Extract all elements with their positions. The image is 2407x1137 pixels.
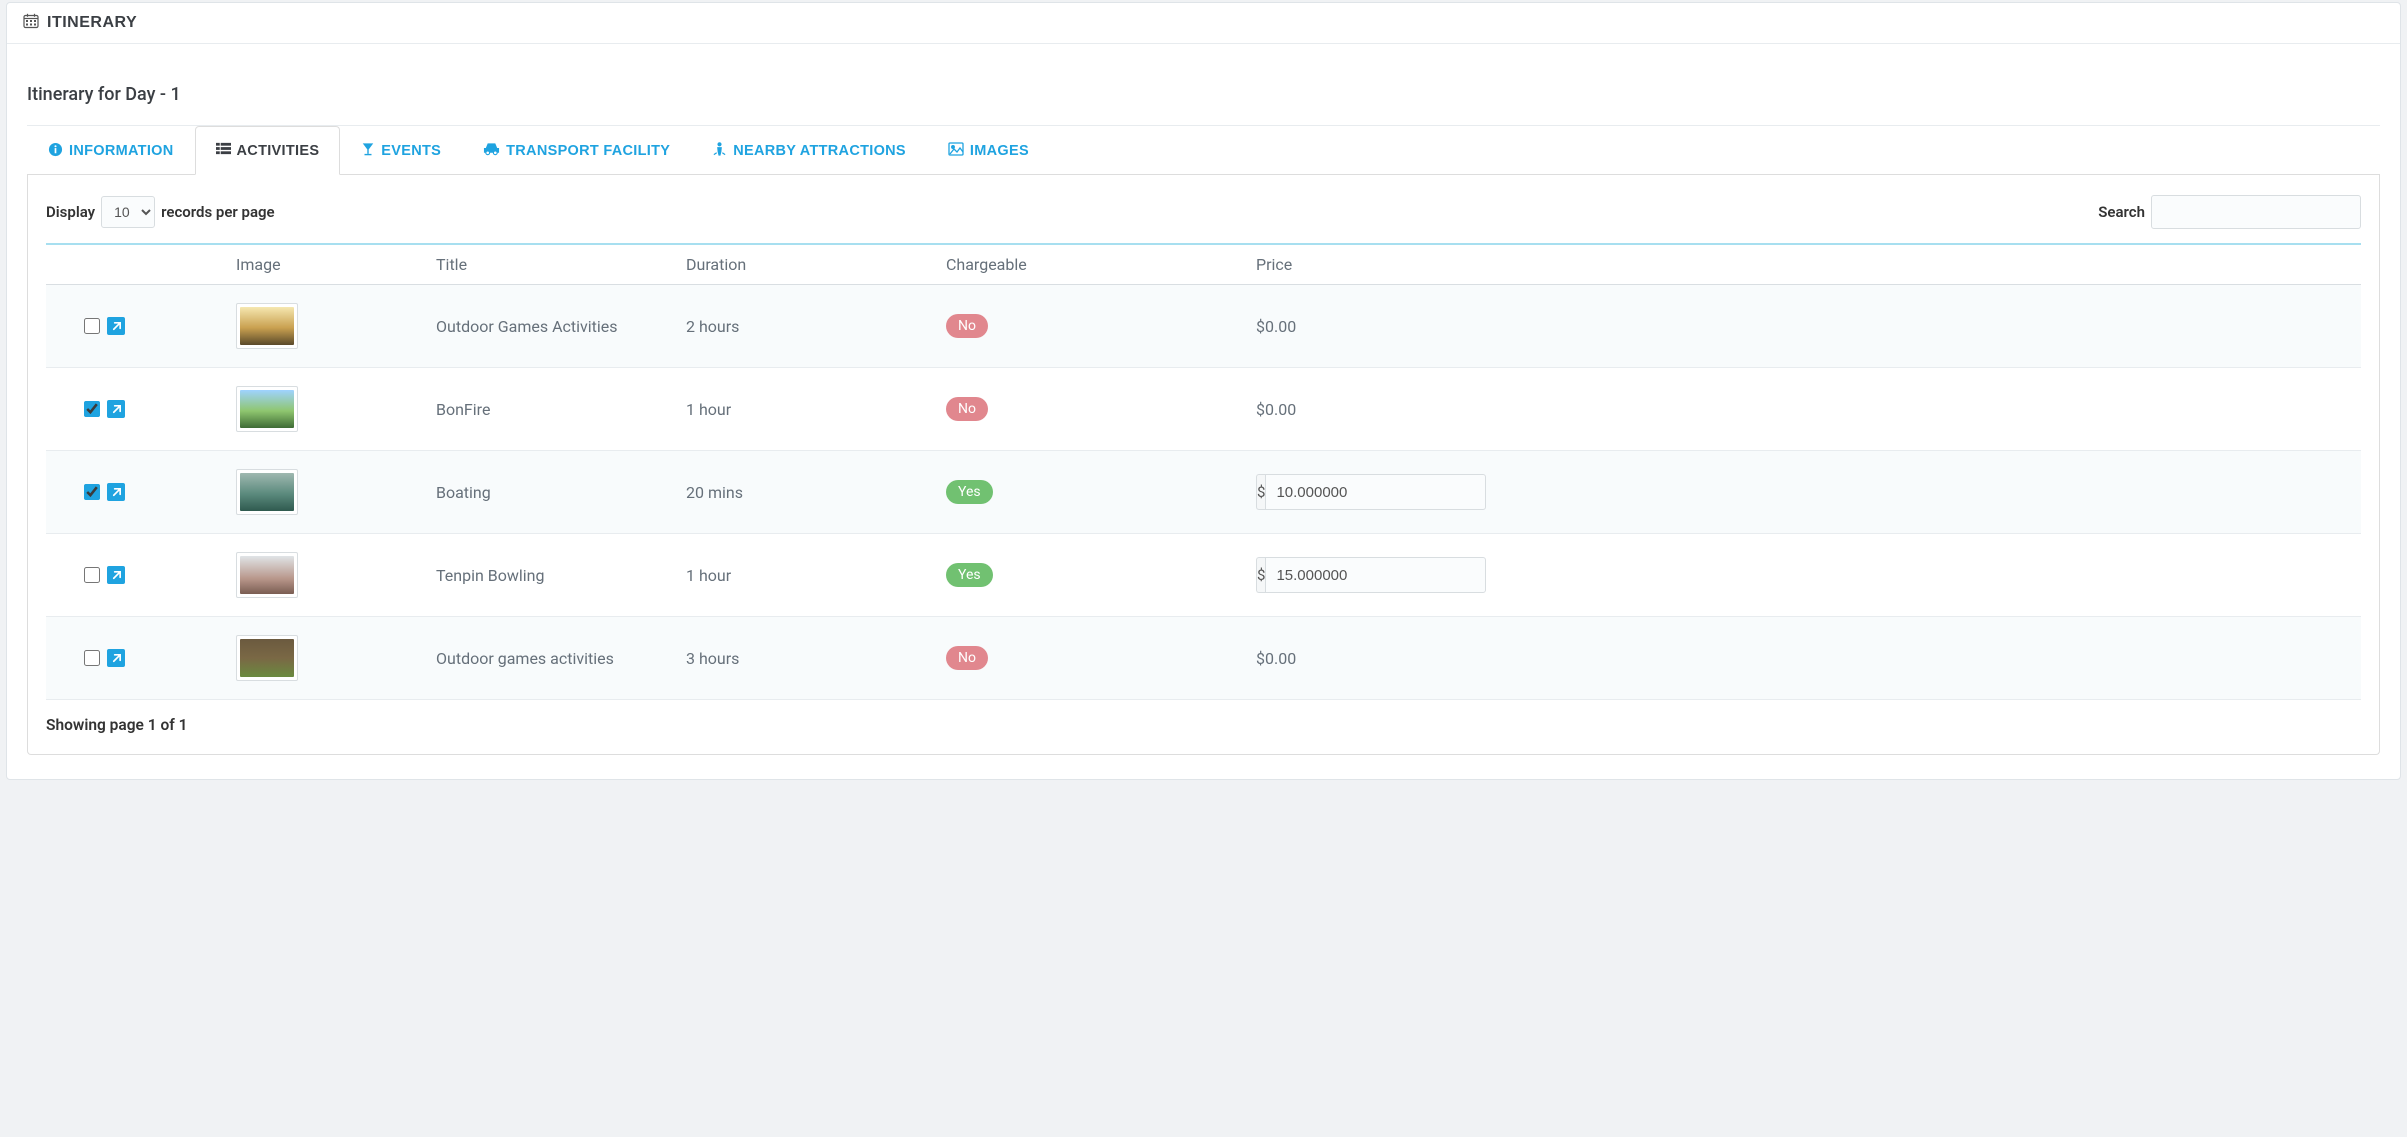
tab-information[interactable]: INFORMATION bbox=[27, 126, 195, 175]
price-input[interactable] bbox=[1265, 474, 1486, 510]
tab-label: NEARBY ATTRACTIONS bbox=[733, 143, 906, 159]
display-label-post: records per page bbox=[161, 203, 275, 221]
row-title: Outdoor games activities bbox=[436, 617, 686, 700]
row-duration: 20 mins bbox=[686, 451, 946, 534]
price-input[interactable] bbox=[1265, 557, 1486, 593]
col-title: Title bbox=[436, 244, 686, 285]
currency-addon: $ bbox=[1256, 557, 1265, 593]
display-label-pre: Display bbox=[46, 203, 95, 221]
row-duration: 1 hour bbox=[686, 534, 946, 617]
currency-addon: $ bbox=[1256, 474, 1265, 510]
chargeable-badge: No bbox=[946, 646, 988, 670]
table-row: Tenpin Bowling1 hourYes $ bbox=[46, 534, 2361, 617]
table-row: Outdoor Games Activities2 hoursNo $0.00 bbox=[46, 285, 2361, 368]
row-title: Boating bbox=[436, 451, 686, 534]
page-subtitle: Itinerary for Day - 1 bbox=[27, 76, 2380, 126]
search-label: Search bbox=[2098, 203, 2145, 221]
row-checkbox[interactable] bbox=[84, 401, 100, 417]
tabs: INFORMATION ACTIVITIES EVENTS TRANSPORT … bbox=[27, 126, 2380, 175]
search-input[interactable] bbox=[2151, 195, 2361, 229]
row-checkbox[interactable] bbox=[84, 484, 100, 500]
external-link-icon[interactable] bbox=[107, 317, 125, 335]
panel-title: ITINERARY bbox=[47, 14, 137, 32]
row-title: BonFire bbox=[436, 368, 686, 451]
tab-label: IMAGES bbox=[970, 143, 1029, 159]
chargeable-badge: No bbox=[946, 314, 988, 338]
col-price: Price bbox=[1256, 244, 2361, 285]
tab-nearby-attractions[interactable]: NEARBY ATTRACTIONS bbox=[691, 126, 927, 175]
row-price: $0.00 bbox=[1256, 368, 2361, 451]
chargeable-badge: No bbox=[946, 397, 988, 421]
row-checkbox[interactable] bbox=[84, 318, 100, 334]
records-per-page-select[interactable]: 10 bbox=[101, 196, 155, 228]
chargeable-badge: Yes bbox=[946, 480, 993, 504]
info-icon bbox=[48, 142, 63, 161]
tab-images[interactable]: IMAGES bbox=[927, 126, 1050, 175]
tab-events[interactable]: EVENTS bbox=[340, 126, 462, 175]
row-checkbox[interactable] bbox=[84, 567, 100, 583]
external-link-icon[interactable] bbox=[107, 400, 125, 418]
table-row: Boating20 minsYes $ bbox=[46, 451, 2361, 534]
tab-transport-facility[interactable]: TRANSPORT FACILITY bbox=[462, 126, 691, 175]
panel-header: ITINERARY bbox=[7, 3, 2400, 44]
external-link-icon[interactable] bbox=[107, 483, 125, 501]
row-title: Tenpin Bowling bbox=[436, 534, 686, 617]
itinerary-panel: ITINERARY Itinerary for Day - 1 INFORMAT… bbox=[6, 2, 2401, 780]
col-chargeable: Chargeable bbox=[946, 244, 1256, 285]
tab-activities[interactable]: ACTIVITIES bbox=[195, 126, 341, 175]
row-price: $ bbox=[1256, 534, 2361, 617]
row-thumbnail[interactable] bbox=[236, 552, 298, 598]
row-duration: 3 hours bbox=[686, 617, 946, 700]
row-price: $0.00 bbox=[1256, 285, 2361, 368]
car-icon bbox=[483, 142, 500, 160]
table-info: Showing page 1 of 1 bbox=[46, 716, 2361, 734]
tab-label: ACTIVITIES bbox=[237, 143, 320, 159]
calendar-icon bbox=[23, 13, 39, 33]
row-duration: 2 hours bbox=[686, 285, 946, 368]
row-thumbnail[interactable] bbox=[236, 635, 298, 681]
chargeable-badge: Yes bbox=[946, 563, 993, 587]
tab-label: INFORMATION bbox=[69, 143, 174, 159]
tab-label: EVENTS bbox=[381, 143, 441, 159]
external-link-icon[interactable] bbox=[107, 649, 125, 667]
table-row: BonFire1 hourNo $0.00 bbox=[46, 368, 2361, 451]
row-thumbnail[interactable] bbox=[236, 386, 298, 432]
row-checkbox[interactable] bbox=[84, 650, 100, 666]
row-thumbnail[interactable] bbox=[236, 303, 298, 349]
row-price: $ bbox=[1256, 451, 2361, 534]
table-row: Outdoor games activities3 hoursNo $0.00 bbox=[46, 617, 2361, 700]
row-title: Outdoor Games Activities bbox=[436, 285, 686, 368]
col-duration: Duration bbox=[686, 244, 946, 285]
col-select bbox=[46, 244, 236, 285]
tab-label: TRANSPORT FACILITY bbox=[506, 143, 670, 159]
col-image: Image bbox=[236, 244, 436, 285]
row-price: $0.00 bbox=[1256, 617, 2361, 700]
list-icon bbox=[216, 141, 231, 160]
row-duration: 1 hour bbox=[686, 368, 946, 451]
tab-content-activities: Display 10 records per page Search Image bbox=[27, 175, 2380, 755]
activities-table: Image Title Duration Chargeable Price Ou… bbox=[46, 243, 2361, 700]
row-thumbnail[interactable] bbox=[236, 469, 298, 515]
external-link-icon[interactable] bbox=[107, 566, 125, 584]
image-icon bbox=[948, 142, 964, 160]
street-view-icon bbox=[712, 141, 727, 161]
glass-icon bbox=[361, 142, 375, 161]
